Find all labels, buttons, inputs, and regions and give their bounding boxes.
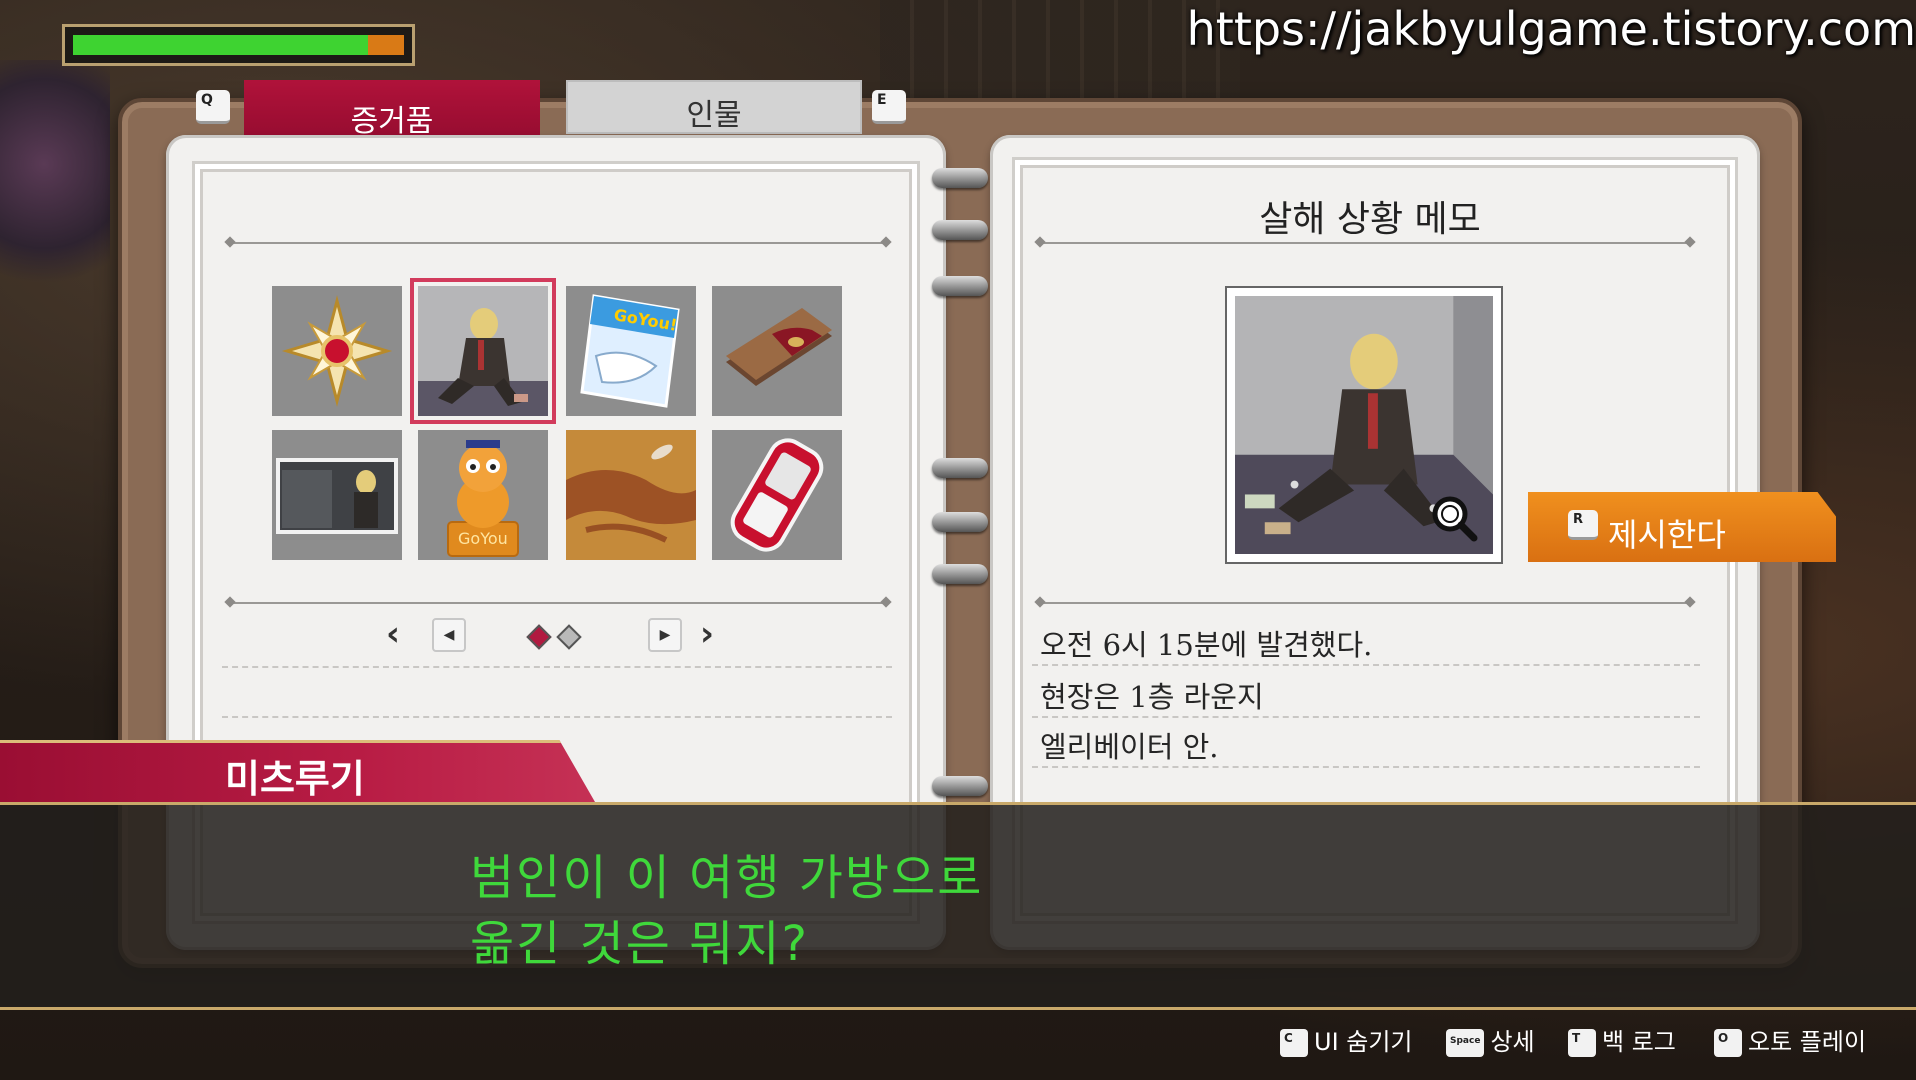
details-key: Space (1446, 1029, 1485, 1057)
page-first-chevron-icon[interactable]: ‹ (386, 614, 400, 654)
details-label: 상세 (1490, 1028, 1535, 1056)
mobile-phone-icon (712, 430, 842, 560)
dashed-line (1032, 766, 1700, 768)
health-bar-remainder (368, 35, 404, 55)
tab-prev-key[interactable]: Q (196, 90, 230, 124)
help-hide-ui[interactable]: C UI 숨기기 (1280, 1022, 1413, 1062)
memo-line: 현장은 1층 라운지 (1040, 680, 1264, 714)
evidence-item-wallet[interactable] (712, 286, 842, 416)
evidence-title: 살해 상황 메모 (1259, 199, 1481, 240)
dashed-line (222, 716, 892, 718)
evidence-item-badge[interactable] (272, 286, 402, 416)
svg-text:GoYou: GoYou (458, 529, 508, 548)
present-button-label: 제시한다 (1608, 516, 1726, 554)
binder-ring (932, 220, 988, 240)
page-last-chevron-icon[interactable]: › (700, 614, 714, 654)
cctv-photo-icon (272, 430, 402, 560)
magnify-icon[interactable] (1430, 494, 1478, 542)
auto-play-label: 오토 플레이 (1748, 1028, 1867, 1056)
divider (232, 602, 884, 604)
health-bar (62, 24, 415, 66)
evidence-item-mascot[interactable]: GoYou (418, 430, 548, 560)
memo-line: 엘리베이터 안. (1040, 730, 1219, 764)
magazine-icon: GoYou! (566, 286, 696, 416)
dialogue-line: 옮긴 것은 뭐지? (470, 916, 809, 972)
help-auto-play[interactable]: O 오토 플레이 (1714, 1022, 1866, 1062)
help-details[interactable]: Space 상세 (1446, 1022, 1535, 1062)
backlog-key: T (1568, 1029, 1596, 1057)
hide-ui-label: UI 숨기기 (1314, 1028, 1413, 1056)
divider (232, 242, 884, 244)
binder-ring (932, 168, 988, 188)
binder-ring (932, 564, 988, 584)
gold-badge-icon (272, 286, 402, 416)
tab-evidence-label: 증거품 (350, 104, 434, 139)
auto-play-key: O (1714, 1029, 1742, 1057)
victim-photo-icon (418, 286, 548, 416)
background-flowers (0, 60, 110, 320)
evidence-item-cctv-photo[interactable] (272, 430, 402, 560)
dashed-line (1032, 716, 1700, 718)
evidence-item-magazine[interactable]: GoYou! (566, 286, 696, 416)
blood-stain-icon (566, 430, 696, 560)
divider (1042, 242, 1688, 244)
page-next-button[interactable]: ▶ (648, 618, 682, 652)
binder-ring (932, 776, 988, 796)
divider (1042, 602, 1688, 604)
backlog-label: 백 로그 (1602, 1028, 1676, 1056)
binder-ring (932, 276, 988, 296)
evidence-item-phone[interactable] (712, 430, 842, 560)
tab-profiles-label: 인물 (686, 98, 742, 133)
watermark-url: https://jakbyulgame.tistory.com (1186, 2, 1916, 56)
dashed-line (1032, 664, 1700, 666)
page-prev-button[interactable]: ◀ (432, 618, 466, 652)
dialogue-line: 범인이 이 여행 가방으로 (470, 850, 984, 906)
hide-ui-key: C (1280, 1029, 1308, 1057)
tab-next-key[interactable]: E (872, 90, 906, 124)
tab-profiles[interactable]: 인물 (566, 80, 862, 134)
evidence-item-victim-photo[interactable] (410, 278, 556, 424)
memo-line: 오전 6시 15분에 발견했다. (1040, 628, 1373, 662)
present-button[interactable]: R 제시한다 (1528, 492, 1836, 562)
dashed-line (222, 666, 892, 668)
binder-ring (932, 512, 988, 532)
help-backlog[interactable]: T백 로그 (1568, 1022, 1676, 1062)
speaker-name: 미츠루기 (225, 757, 365, 801)
health-bar-fill (73, 35, 368, 55)
present-key: R (1568, 510, 1598, 540)
cat-mascot-icon: GoYou (418, 430, 548, 560)
evidence-item-stain[interactable] (566, 430, 696, 560)
wallet-icon (712, 286, 842, 416)
binder-ring (932, 458, 988, 478)
